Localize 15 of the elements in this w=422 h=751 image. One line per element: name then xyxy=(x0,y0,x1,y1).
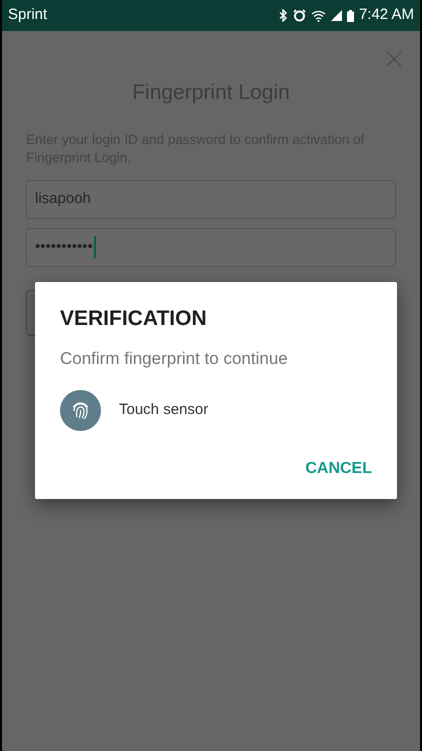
login-id-field[interactable]: lisapooh xyxy=(26,180,396,218)
dialog-title: VERIFICATION xyxy=(60,306,208,332)
fingerprint-icon xyxy=(60,390,101,430)
signal-icon xyxy=(330,10,342,21)
cancel-button[interactable]: CANCEL xyxy=(304,457,373,481)
alarm-icon xyxy=(292,9,306,22)
dialog-message: Confirm fingerprint to continue xyxy=(60,348,289,370)
wifi-icon xyxy=(310,10,326,22)
password-field[interactable]: ••••••••••• xyxy=(26,228,396,266)
clock-time: 7:42 AM xyxy=(358,5,414,26)
bluetooth-icon xyxy=(278,9,288,22)
close-icon[interactable] xyxy=(386,51,402,67)
battery-icon xyxy=(346,10,354,22)
carrier-name: Sprint xyxy=(8,5,48,26)
sensor-label: Touch sensor xyxy=(119,400,208,420)
